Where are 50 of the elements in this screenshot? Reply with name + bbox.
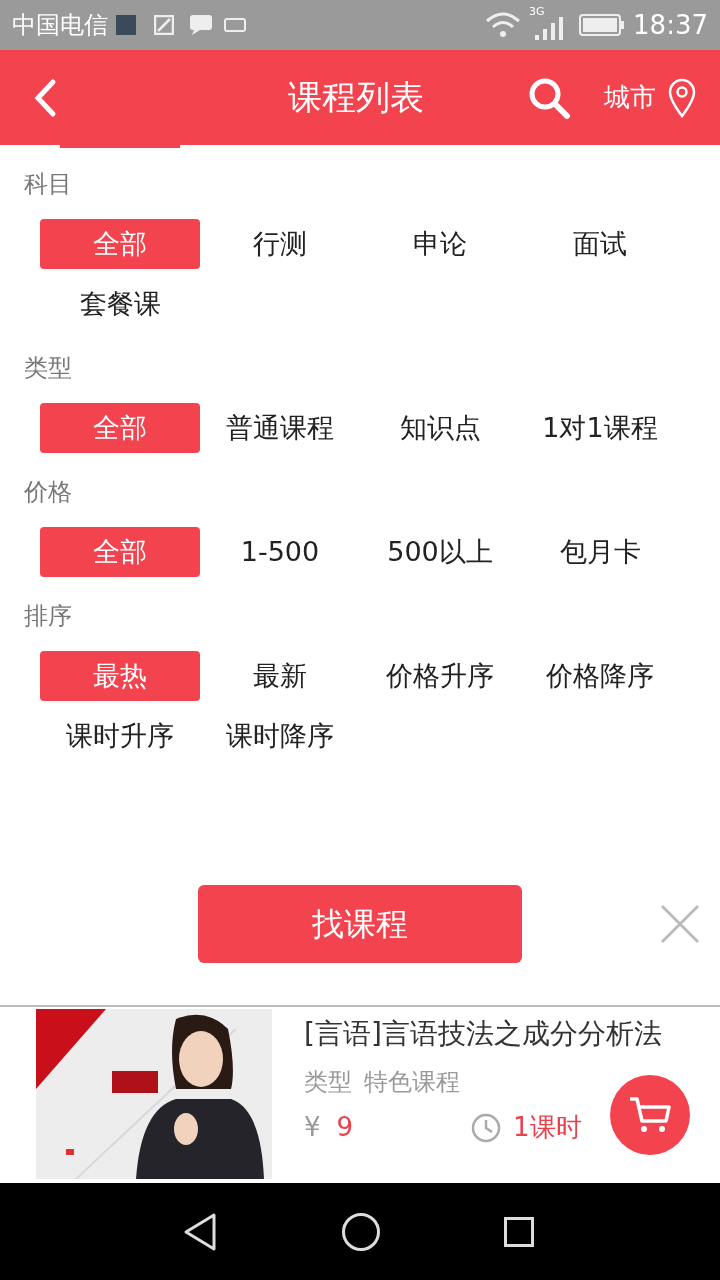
- filter-option[interactable]: 包月卡: [520, 527, 680, 577]
- app-notification-icon: [116, 15, 136, 35]
- filter-option[interactable]: 申论: [360, 219, 520, 269]
- filter-option[interactable]: 面试: [520, 219, 680, 269]
- course-price: 9: [336, 1111, 354, 1144]
- clock-icon: [471, 1112, 502, 1143]
- filter-label: 类型: [23, 353, 72, 384]
- wifi-icon: [485, 11, 522, 39]
- find-courses-button[interactable]: 找课程: [198, 885, 522, 963]
- network-type: 3G: [529, 4, 545, 20]
- close-button[interactable]: [660, 904, 700, 944]
- clock-time: 18:37: [633, 8, 708, 42]
- cart-icon: [628, 1095, 672, 1135]
- filter-label: 排序: [23, 601, 72, 632]
- currency-symbol: ¥: [304, 1111, 321, 1144]
- filter-option[interactable]: 价格升序: [360, 651, 520, 701]
- course-title[interactable]: [言语]言语技法之成分分析法: [304, 1015, 676, 1052]
- city-button[interactable]: 城市: [604, 77, 696, 118]
- message-icon: [190, 15, 212, 35]
- location-pin-icon: [668, 77, 696, 118]
- type-value: 特色课程: [364, 1067, 460, 1098]
- filter-option[interactable]: 1对1课程: [520, 403, 680, 453]
- recents-nav-button[interactable]: [504, 1216, 534, 1247]
- filter-option[interactable]: 全部: [40, 403, 200, 453]
- filter-option[interactable]: 行测: [200, 219, 360, 269]
- filter-option[interactable]: 普通课程: [200, 403, 360, 453]
- filter-option[interactable]: 500以上: [360, 527, 520, 577]
- filter-option[interactable]: 全部: [40, 219, 200, 269]
- type-label: 类型: [304, 1067, 352, 1098]
- filter-option[interactable]: 价格降序: [520, 651, 680, 701]
- filter-label: 科目: [23, 169, 72, 200]
- course-duration: 1课时: [513, 1111, 582, 1144]
- home-nav-button[interactable]: [342, 1212, 380, 1251]
- carrier-name: 中国电信: [12, 10, 108, 41]
- filter-option[interactable]: 知识点: [360, 403, 520, 453]
- filter-option[interactable]: 最新: [200, 651, 360, 701]
- filter-label: 价格: [23, 477, 72, 508]
- filter-option[interactable]: 课时降序: [200, 711, 360, 761]
- signal-icon: [535, 16, 564, 40]
- filter-option[interactable]: 课时升序: [40, 711, 200, 761]
- image-icon: [154, 15, 174, 35]
- filter-option[interactable]: 1-500: [200, 527, 360, 577]
- filter-option[interactable]: 套餐课: [40, 279, 200, 329]
- keyboard-icon: [224, 18, 246, 32]
- back-icon: [33, 77, 57, 118]
- filter-option[interactable]: 最热: [40, 651, 200, 701]
- back-nav-button[interactable]: [182, 1211, 218, 1252]
- page-title: 课程列表: [288, 76, 424, 119]
- filter-option[interactable]: 全部: [40, 527, 200, 577]
- battery-icon: [579, 13, 626, 37]
